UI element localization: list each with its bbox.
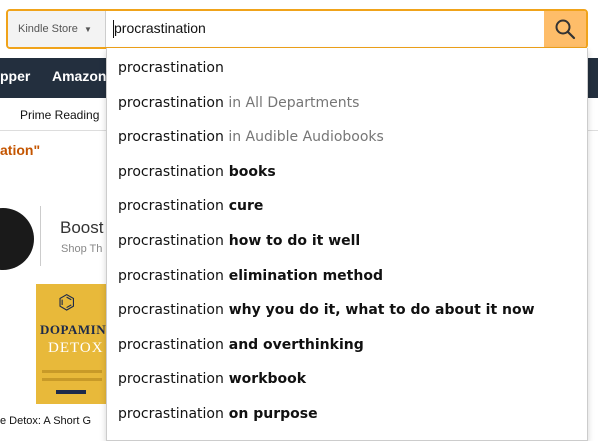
results-heading: ation" xyxy=(0,142,41,158)
search-button[interactable] xyxy=(544,11,586,47)
department-label: Kindle Store xyxy=(18,23,78,35)
divider xyxy=(40,206,41,266)
book-cover-title-1: DOPAMIN xyxy=(40,322,107,337)
book-cover-title-2: DETOX xyxy=(48,340,104,356)
suggestion-item[interactable]: procrastination and overthinking xyxy=(118,331,364,359)
suggestion-suffix: how to do it well xyxy=(223,233,361,249)
nav-item-partial[interactable]: pper xyxy=(0,68,30,84)
suggestion-base: procrastination xyxy=(118,94,224,111)
search-icon xyxy=(555,19,576,40)
book-caption[interactable]: e Detox: A Short G xyxy=(0,415,91,427)
suggestion-item[interactable]: procrastination in Audible Audiobooks xyxy=(118,123,384,151)
molecule-icon: ⌬ xyxy=(58,290,76,314)
caret-down-icon: ▼ xyxy=(83,24,92,34)
suggestion-item[interactable]: procrastination why you do it, what to d… xyxy=(118,296,535,324)
search-input[interactable]: procrastination xyxy=(114,20,206,36)
suggestion-base: procrastination xyxy=(118,60,224,76)
cover-subtitle-line xyxy=(42,378,102,381)
nav-item-amazon[interactable]: Amazon xyxy=(52,68,106,84)
department-select[interactable]: Kindle Store ▼ xyxy=(8,11,106,47)
suggestion-suffix: and overthinking xyxy=(223,336,364,353)
suggestion-item[interactable]: procrastination workbook xyxy=(118,365,306,393)
suggestion-suffix: workbook xyxy=(223,371,307,388)
cover-subtitle-line xyxy=(42,370,102,373)
cover-author-line xyxy=(56,390,86,394)
suggestion-base: procrastination xyxy=(118,336,224,353)
suggestion-base: procrastination xyxy=(118,163,224,180)
suggestion-suffix: why you do it, what to do about it now xyxy=(223,302,535,319)
brand-logo[interactable] xyxy=(0,208,34,270)
suggestion-base: procrastination xyxy=(118,129,224,146)
sponsor-link[interactable]: Shop Th xyxy=(61,243,102,255)
suggestion-base: procrastination xyxy=(118,302,224,319)
suggestion-item[interactable]: procrastination in All Departments xyxy=(118,89,359,117)
suggestion-suffix: in All Departments xyxy=(223,94,360,111)
suggestion-item[interactable]: procrastination how to do it well xyxy=(118,227,360,255)
suggestion-item[interactable]: procrastination cure xyxy=(118,192,263,220)
suggestion-dropdown: procrastination procrastination in All De… xyxy=(106,48,588,441)
subnav-item-prime-reading[interactable]: Prime Reading xyxy=(20,108,99,122)
search-frame: Kindle Store ▼ procrastination xyxy=(6,9,588,49)
suggestion-base: procrastination xyxy=(118,198,224,215)
suggestion-suffix: on purpose xyxy=(223,406,318,422)
suggestion-base: procrastination xyxy=(118,406,224,422)
suggestion-item[interactable]: procrastination elimination method xyxy=(118,262,383,290)
suggestion-base: procrastination xyxy=(118,267,224,284)
suggestion-suffix: in Audible Audiobooks xyxy=(223,129,384,146)
suggestion-item[interactable]: procrastination xyxy=(118,54,224,82)
suggestion-base: procrastination xyxy=(118,371,224,388)
suggestion-item[interactable]: procrastination books xyxy=(118,158,276,186)
suggestion-base: procrastination xyxy=(118,233,224,249)
suggestion-suffix: elimination method xyxy=(223,267,383,284)
suggestion-suffix: cure xyxy=(223,198,264,215)
book-cover[interactable]: ⌬ DOPAMIN DETOX xyxy=(36,284,116,404)
suggestion-item[interactable]: procrastination on purpose xyxy=(118,400,318,428)
sponsor-title[interactable]: Boost xyxy=(60,218,103,238)
suggestion-suffix: books xyxy=(223,163,276,180)
